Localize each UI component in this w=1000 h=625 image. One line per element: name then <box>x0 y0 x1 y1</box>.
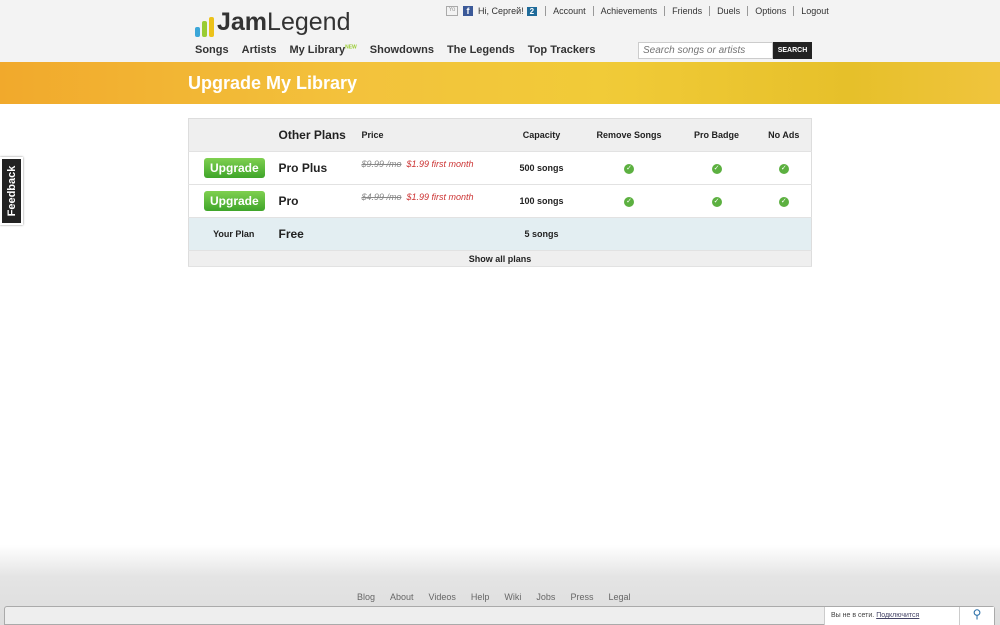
jamlegend-logo[interactable]: Jam Legend <box>195 8 350 37</box>
pro-badge-cell: ✓ <box>676 184 757 218</box>
chat-status: Вы не в сети. Подключится <box>824 607 959 625</box>
nav-top-trackers[interactable]: Top Trackers <box>528 44 596 56</box>
header-no-ads: No Ads <box>756 118 812 152</box>
facebook-icon[interactable]: f <box>463 6 473 16</box>
no-ads-cell <box>756 217 812 251</box>
nav-songs[interactable]: Songs <box>195 44 229 56</box>
header-other-plans: Other Plans <box>278 118 362 152</box>
header: Jam Legend Yo f Hi, Cергей! 2 Account Ach… <box>0 0 1000 62</box>
plan-name: Pro Plus <box>278 151 362 185</box>
header-capacity: Capacity <box>501 118 582 152</box>
chat-bar: Вы не в сети. Подключится ⚲ <box>4 606 995 625</box>
show-all-plans-link[interactable]: Show all plans <box>188 250 812 267</box>
remove-songs-cell: ✓ <box>581 184 677 218</box>
header-remove-songs: Remove Songs <box>581 118 677 152</box>
link-achievements[interactable]: Achievements <box>592 6 665 16</box>
plans-table: Other Plans Price Capacity Remove Songs … <box>188 118 812 267</box>
current-plan-row: Your Plan Free 5 songs <box>188 217 812 251</box>
yo-icon[interactable]: Yo <box>446 6 458 16</box>
price-cell: $4.99 /mo $1.99 first month <box>361 184 502 218</box>
table-header-row: Other Plans Price Capacity Remove Songs … <box>188 118 812 152</box>
chat-pin-icon[interactable]: ⚲ <box>959 607 994 625</box>
check-icon: ✓ <box>624 197 634 207</box>
price-cell <box>361 217 502 251</box>
link-friends[interactable]: Friends <box>664 6 709 16</box>
search-form: SEARCH <box>638 42 812 59</box>
remove-songs-cell <box>581 217 677 251</box>
feedback-label: Feedback <box>5 165 18 217</box>
action-cell: Upgrade <box>188 151 279 185</box>
upgrade-button[interactable]: Upgrade <box>204 191 265 211</box>
new-price: $1.99 first month <box>406 159 474 169</box>
header-empty <box>188 118 279 152</box>
footer-help[interactable]: Help <box>471 592 490 602</box>
plan-name: Pro <box>278 184 362 218</box>
feedback-tab[interactable]: Feedback <box>0 157 23 225</box>
header-pro-badge: Pro Badge <box>676 118 757 152</box>
chat-connect-link[interactable]: Подключится <box>876 612 919 619</box>
nav-my-library-label: My Library <box>289 44 346 56</box>
old-price: $9.99 /mo <box>361 159 402 169</box>
check-icon: ✓ <box>778 197 789 207</box>
old-price: $4.99 /mo <box>361 192 402 202</box>
nav-artists[interactable]: Artists <box>242 44 277 56</box>
logo-text-bold: Jam <box>217 8 268 36</box>
footer-legal[interactable]: Legal <box>608 592 630 602</box>
check-icon: ✓ <box>711 197 722 207</box>
main-nav: Songs Artists My LibraryNEW Showdowns Th… <box>195 44 595 56</box>
table-row: Upgrade Pro Plus $9.99 /mo $1.99 first mo… <box>188 151 812 185</box>
chat-status-text: Вы не в сети. <box>831 612 875 619</box>
your-plan-label: Your Plan <box>188 217 279 251</box>
action-cell: Upgrade <box>188 184 279 218</box>
link-account[interactable]: Account <box>545 6 593 16</box>
search-button[interactable]: SEARCH <box>773 42 812 59</box>
new-tag: NEW <box>345 44 357 51</box>
nav-my-library[interactable]: My LibraryNEW <box>289 44 356 56</box>
no-ads-cell: ✓ <box>756 151 812 185</box>
footer-about[interactable]: About <box>390 592 414 602</box>
page-title: Upgrade My Library <box>188 73 358 93</box>
no-ads-cell: ✓ <box>756 184 812 218</box>
page-banner: Upgrade My Library <box>0 62 1000 104</box>
footer-jobs[interactable]: Jobs <box>536 592 555 602</box>
footer-wiki[interactable]: Wiki <box>504 592 521 602</box>
footer-press[interactable]: Press <box>570 592 593 602</box>
table-row: Upgrade Pro $4.99 /mo $1.99 first month 1… <box>188 184 812 218</box>
logo-text: Legend <box>267 8 351 36</box>
greeting: Hi, Cергей! <box>478 6 524 16</box>
nav-showdowns[interactable]: Showdowns <box>370 44 434 56</box>
notification-badge[interactable]: 2 <box>526 6 538 16</box>
capacity: 100 songs <box>501 184 582 218</box>
search-input[interactable] <box>638 42 773 59</box>
capacity: 500 songs <box>501 151 582 185</box>
check-icon: ✓ <box>711 164 722 174</box>
link-logout[interactable]: Logout <box>793 6 836 16</box>
logo-bars-icon <box>195 17 214 37</box>
footer-links: Blog About Videos Help Wiki Jobs Press L… <box>357 592 630 602</box>
nav-the-legends[interactable]: The Legends <box>447 44 515 56</box>
new-price: $1.99 first month <box>406 192 474 202</box>
link-duels[interactable]: Duels <box>709 6 747 16</box>
link-options[interactable]: Options <box>747 6 793 16</box>
pro-badge-cell <box>676 217 757 251</box>
footer-blog[interactable]: Blog <box>357 592 375 602</box>
capacity: 5 songs <box>501 217 582 251</box>
upgrade-button[interactable]: Upgrade <box>204 158 265 178</box>
top-nav: Yo f Hi, Cергей! 2 Account Achievements … <box>446 6 836 16</box>
header-price: Price <box>361 118 502 152</box>
plan-name: Free <box>278 217 362 251</box>
pro-badge-cell: ✓ <box>676 151 757 185</box>
remove-songs-cell: ✓ <box>581 151 677 185</box>
price-cell: $9.99 /mo $1.99 first month <box>361 151 502 185</box>
check-icon: ✓ <box>624 164 634 174</box>
footer-videos[interactable]: Videos <box>429 592 456 602</box>
check-icon: ✓ <box>778 164 789 174</box>
